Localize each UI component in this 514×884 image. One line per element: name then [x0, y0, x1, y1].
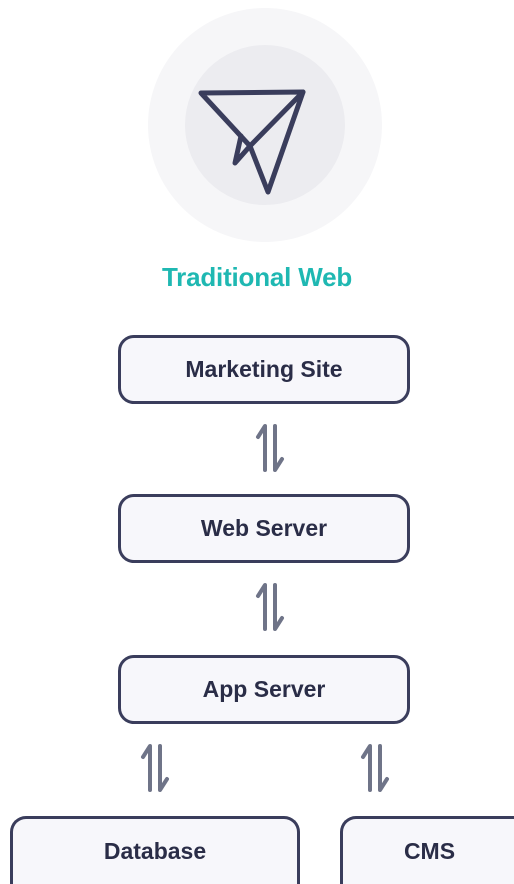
diagram-title: Traditional Web — [161, 262, 353, 292]
bidirectional-arrow-icon — [141, 744, 169, 792]
paper-plane-icon — [198, 89, 306, 195]
node-web-server: Web Server — [118, 494, 410, 563]
bidirectional-arrow-icon — [256, 424, 284, 472]
node-cms: CMS — [340, 816, 514, 884]
node-database: Database — [10, 816, 300, 884]
bidirectional-arrow-icon — [256, 583, 284, 631]
node-marketing-site: Marketing Site — [118, 335, 410, 404]
bidirectional-arrow-icon — [361, 744, 389, 792]
icon-badge — [148, 8, 382, 242]
icon-badge-inner — [185, 45, 345, 205]
node-app-server: App Server — [118, 655, 410, 724]
